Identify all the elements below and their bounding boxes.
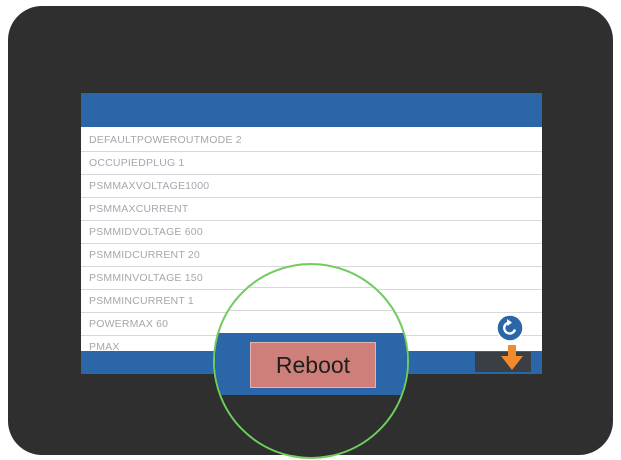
refresh-icon[interactable]	[496, 314, 524, 342]
list-item-label: OCCUPIEDPLUG 1	[89, 157, 185, 169]
reboot-button-label: Reboot	[275, 351, 351, 378]
reboot-button[interactable]: Reboot	[250, 342, 376, 388]
list-item[interactable]: DEFAULTPOWEROUTMODE 2	[81, 129, 542, 152]
list-item-label: PSMMIDVOLTAGE 600	[89, 226, 203, 238]
list-item-label: PSMMAXVOLTAGE1000	[89, 180, 210, 192]
list-item-label: PSMMINVOLTAGE 150	[89, 272, 203, 284]
list-item[interactable]: OCCUPIEDPLUG 1	[81, 152, 542, 175]
highlight-ring: Reboot	[213, 263, 409, 459]
list-item[interactable]: PSMMIDVOLTAGE 600	[81, 221, 542, 244]
divider	[215, 287, 407, 288]
list-item[interactable]: PSMMAXVOLTAGE1000	[81, 175, 542, 198]
arrow-down-icon[interactable]	[500, 345, 524, 371]
list-item-label: POWERMAX 60	[89, 318, 169, 330]
circle-list-area	[215, 265, 407, 333]
divider	[215, 310, 407, 311]
list-item-label: PSMMIDCURRENT 20	[89, 249, 200, 261]
list-item-label: PSMMAXCURRENT	[89, 203, 189, 215]
list-item-label: PSMMINCURRENT 1	[89, 295, 194, 307]
list-item[interactable]: PSMMAXCURRENT	[81, 198, 542, 221]
header-bar	[81, 93, 542, 127]
list-item-label: DEFAULTPOWEROUTMODE 2	[89, 134, 242, 146]
